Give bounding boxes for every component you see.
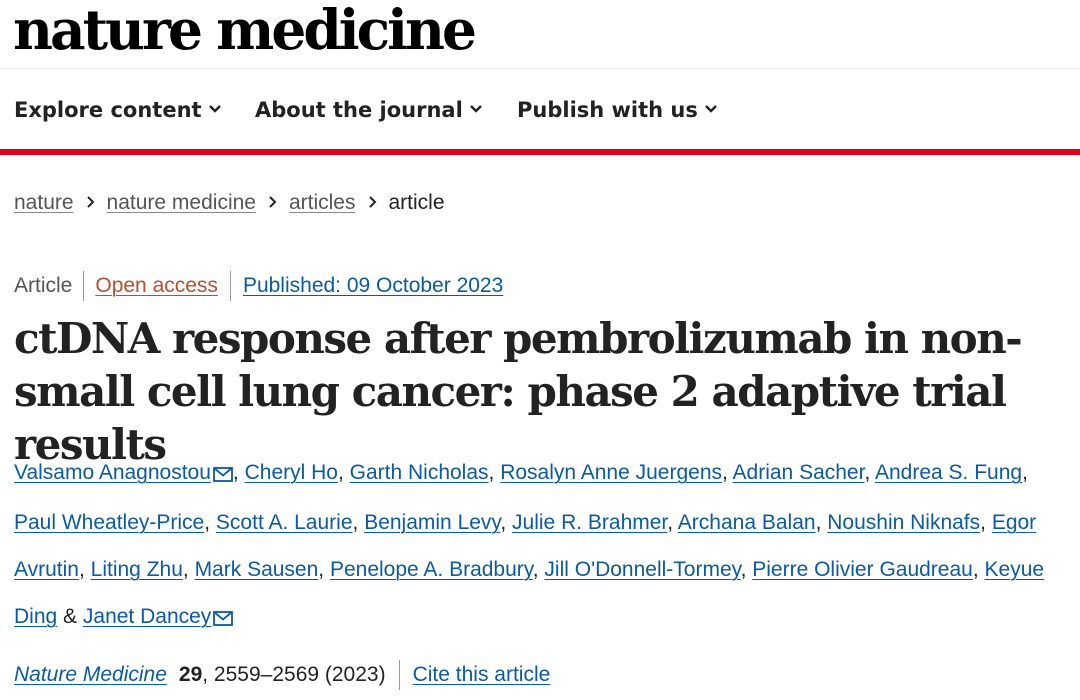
chevron-right-icon: [268, 189, 277, 217]
masthead: nature medicine: [0, 0, 1080, 69]
envelope-icon[interactable]: [213, 452, 233, 499]
author-link[interactable]: Pierre Olivier Gaudreau: [752, 558, 973, 581]
author-separator: ,: [532, 558, 545, 581]
article-type: Article: [14, 271, 85, 301]
author-link[interactable]: Mark Sausen: [195, 558, 319, 581]
author-separator: ,: [318, 558, 330, 581]
author-list: Valsamo Anagnostou, Cheryl Ho, Garth Nic…: [14, 449, 1074, 643]
author-separator: ,: [980, 511, 992, 534]
nav-publish-with-us[interactable]: Publish with us: [517, 97, 718, 123]
breadcrumb-nature[interactable]: nature: [14, 191, 74, 214]
author-link[interactable]: Adrian Sacher: [733, 461, 865, 484]
open-access-link[interactable]: Open access: [84, 271, 231, 301]
breadcrumb-current: article: [388, 191, 445, 214]
chevron-down-icon: [469, 105, 482, 113]
cite-this-article-link[interactable]: Cite this article: [413, 660, 551, 690]
published-date-link[interactable]: Published: 09 October 2023: [231, 271, 503, 301]
author-separator: ,: [972, 558, 985, 581]
author-separator: ,: [204, 511, 216, 534]
author-link[interactable]: Jill O'Donnell-Tormey: [544, 558, 740, 581]
nav-accent-bar: [0, 149, 1080, 155]
author-link[interactable]: Paul Wheatley-Price: [14, 511, 204, 534]
breadcrumb: nature nature medicine articles article: [14, 189, 445, 217]
citation-line: Nature Medicine 29 , 2559–2569 (2023) Ci…: [14, 660, 550, 690]
author-separator: ,: [722, 461, 733, 484]
nav-about-journal[interactable]: About the journal: [255, 97, 483, 123]
author-link[interactable]: Julie R. Brahmer: [512, 511, 667, 534]
author-separator: ,: [337, 461, 350, 484]
chevron-right-icon: [368, 189, 377, 217]
nav-explore-content[interactable]: Explore content: [14, 97, 222, 123]
author-separator: ,: [815, 511, 828, 534]
author-separator: ,: [1022, 461, 1028, 484]
author-link[interactable]: Archana Balan: [678, 511, 816, 534]
author-link[interactable]: Penelope A. Bradbury: [330, 558, 533, 581]
author-separator: ,: [232, 461, 245, 484]
author-link[interactable]: Valsamo Anagnostou: [14, 461, 211, 484]
main-nav: Explore content About the journal Publis…: [0, 69, 1080, 149]
author-link[interactable]: Janet Dancey: [83, 605, 211, 628]
author-separator: ,: [500, 511, 513, 534]
author-link[interactable]: Garth Nicholas: [350, 461, 489, 484]
author-separator: ,: [182, 558, 195, 581]
author-link[interactable]: Noushin Niknafs: [827, 511, 980, 534]
author-link[interactable]: Cheryl Ho: [245, 461, 338, 484]
author-link[interactable]: Rosalyn Anne Juergens: [500, 461, 722, 484]
author-separator: ,: [78, 558, 91, 581]
chevron-down-icon: [208, 105, 221, 113]
envelope-icon[interactable]: [213, 596, 234, 643]
pages-year: , 2559–2569 (2023): [202, 660, 400, 690]
journal-link[interactable]: Nature Medicine: [14, 660, 167, 690]
author-link[interactable]: Liting Zhu: [91, 558, 183, 581]
volume: 29: [178, 663, 203, 686]
author-separator: ,: [352, 511, 365, 534]
article-title: ctDNA response after pembrolizumab in no…: [14, 314, 1023, 469]
journal-logo[interactable]: nature medicine: [13, 0, 477, 66]
author-link[interactable]: Benjamin Levy: [364, 511, 500, 534]
author-separator: ,: [667, 511, 678, 534]
author-separator: ,: [864, 461, 875, 484]
chevron-right-icon: [86, 189, 95, 217]
author-link[interactable]: Andrea S. Fung: [875, 461, 1022, 484]
author-separator: ,: [488, 461, 501, 484]
breadcrumb-articles[interactable]: articles: [289, 191, 356, 214]
nav-label: About the journal: [255, 98, 463, 122]
author-link[interactable]: Scott A. Laurie: [216, 511, 353, 534]
nav-label: Explore content: [14, 98, 202, 122]
author-separator: &: [57, 605, 83, 628]
chevron-down-icon: [705, 105, 717, 113]
article-meta: Article Open access Published: 09 Octobe…: [14, 271, 503, 301]
nav-label: Publish with us: [517, 98, 698, 122]
author-separator: ,: [740, 558, 753, 581]
breadcrumb-nature-medicine[interactable]: nature medicine: [107, 191, 256, 214]
